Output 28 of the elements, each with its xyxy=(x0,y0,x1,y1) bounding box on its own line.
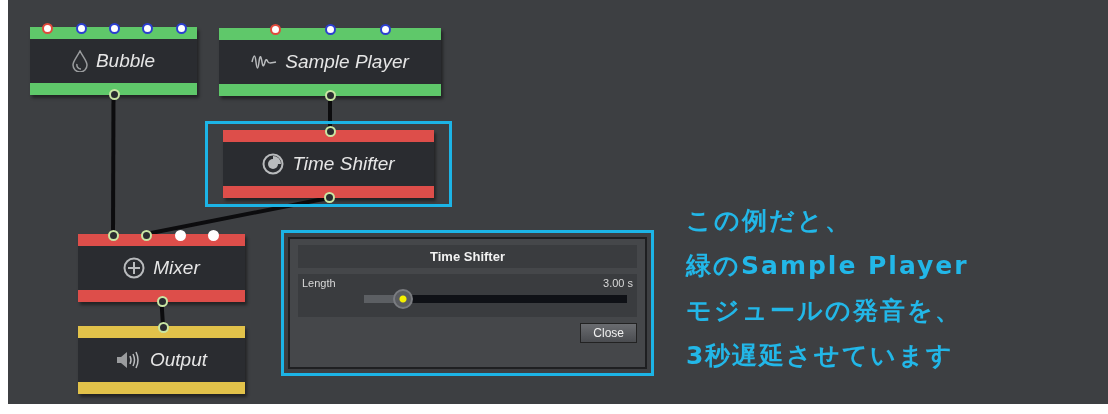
param-value: 3.00 s xyxy=(603,277,633,289)
module-title: Bubble xyxy=(95,50,156,72)
caption-line: 緑のSample Player xyxy=(686,250,969,282)
close-button[interactable]: Close xyxy=(580,323,637,343)
clock-icon xyxy=(262,153,285,175)
waveform-icon xyxy=(251,54,278,70)
slider-thumb[interactable] xyxy=(393,289,414,309)
drop-icon xyxy=(71,50,88,72)
module-title: Output xyxy=(149,349,207,371)
port-icon[interactable] xyxy=(270,24,281,35)
param-label: Length xyxy=(302,277,336,289)
caption-line: 3秒遅延させています xyxy=(686,340,955,372)
port-icon[interactable] xyxy=(325,24,336,35)
plus-icon xyxy=(123,257,146,279)
port-icon[interactable] xyxy=(380,24,391,35)
speaker-icon xyxy=(115,351,142,369)
port-icon[interactable] xyxy=(109,23,120,34)
module-title: Mixer xyxy=(153,257,200,279)
port-icon[interactable] xyxy=(76,23,87,34)
slider[interactable] xyxy=(364,289,627,309)
module-title: Time Shifter xyxy=(292,153,395,175)
dialog-title: Time Shifter xyxy=(298,245,637,268)
port-icon[interactable] xyxy=(142,23,153,34)
caption-line: モジュールの発音を、 xyxy=(686,295,962,327)
port-icon[interactable] xyxy=(176,23,187,34)
caption-line: この例だと、 xyxy=(686,205,852,237)
port-icon[interactable] xyxy=(42,23,53,34)
module-title: Sample Player xyxy=(285,51,409,73)
